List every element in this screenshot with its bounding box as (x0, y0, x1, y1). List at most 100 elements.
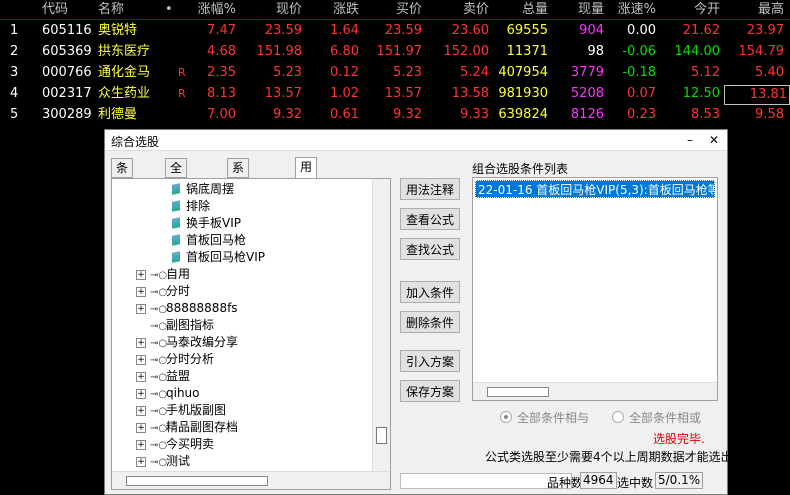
list-item[interactable]: 22-01-16 首板回马枪VIP(5,3):首板回马枪等于1 (475, 180, 715, 198)
row-vol: 11371 (506, 44, 548, 59)
condition-tree[interactable]: 锅底周摆 排除 换手板VIP 首板回马枪 首板回马枪VIP + ⊸○自用 + ⊸○分… (111, 178, 391, 490)
tree-group-label: 精品副图存档 (166, 420, 239, 434)
list-horizontal-scrollbar[interactable] (473, 382, 717, 400)
tree-group[interactable]: + ⊸○qihuo (136, 385, 200, 402)
table-row[interactable]: 5 300289 利德曼 7.00 9.32 0.61 9.32 9.33 63… (0, 105, 790, 125)
header-open[interactable]: 今开 (660, 1, 720, 19)
tree-group[interactable]: + ⊸○分时 (136, 283, 190, 300)
header-divider (0, 19, 790, 20)
formula-icon (172, 251, 180, 263)
tab-user-conditions[interactable]: 用户条件 (295, 157, 318, 228)
expand-icon[interactable]: + (136, 423, 146, 433)
tree-group[interactable]: + ⊸○88888888fs (136, 300, 238, 317)
header-vol[interactable]: 总量 (492, 1, 548, 19)
tree-group-label: 手机版副图 (166, 403, 227, 417)
header-buy[interactable]: 买价 (362, 1, 422, 19)
tree-leaf-selected[interactable]: 首板回马枪VIP (172, 249, 265, 266)
expand-icon[interactable]: + (136, 440, 146, 450)
expand-icon[interactable]: + (136, 270, 146, 280)
tree-leaf[interactable]: 换手板VIP (172, 215, 241, 232)
table-row[interactable]: 1 605116 奥锐特 7.47 23.59 1.64 23.59 23.60… (0, 21, 790, 41)
delete-condition-button[interactable]: 删除条件 (400, 311, 460, 333)
expand-icon[interactable]: + (136, 355, 146, 365)
tree-group[interactable]: + ⊸○自用 (136, 266, 190, 283)
tree-leaf[interactable]: 锅底周摆 (172, 181, 234, 198)
quote-table: 代码 名称 • 涨幅% 现价 涨跌 买价 卖价 总量 现量 涨速% 今开 最高 … (0, 0, 790, 130)
tab-system-conditions[interactable]: 系统条件 (227, 158, 250, 229)
tree-vertical-scrollbar[interactable] (372, 179, 390, 474)
header-speed[interactable]: 涨速% (606, 1, 656, 19)
minimize-button[interactable]: – (681, 131, 699, 149)
tree-group[interactable]: + ⊸○分时分析 (136, 351, 214, 368)
add-condition-button[interactable]: 加入条件 (400, 281, 460, 303)
tree-group-label: 益盟 (166, 369, 191, 383)
row-sell: 9.33 (460, 107, 489, 122)
row-chg: 0.61 (330, 107, 359, 122)
row-pct: 4.68 (207, 44, 236, 59)
tree-group-label: 副图指标 (166, 318, 215, 332)
row-open: 144.00 (674, 44, 721, 59)
tree-leaf[interactable]: 首板回马枪 (172, 232, 246, 249)
key-icon: ⊸○ (150, 321, 168, 332)
header-chg[interactable]: 涨跌 (305, 1, 359, 19)
row-speed: 0.00 (627, 23, 656, 38)
expand-icon[interactable]: + (136, 338, 146, 348)
row-buy: 23.59 (384, 23, 422, 38)
header-now[interactable]: 现量 (550, 1, 604, 19)
import-scheme-button[interactable]: 引入方案 (400, 350, 460, 372)
scroll-thumb[interactable] (487, 387, 549, 397)
condition-list[interactable]: 22-01-16 首板回马枪VIP(5,3):首板回马枪等于1 (472, 177, 718, 401)
header-name[interactable]: 名称 (98, 1, 124, 19)
expand-icon[interactable]: + (136, 372, 146, 382)
tree-group[interactable]: + ⊸○益盟 (136, 368, 190, 385)
tree-group[interactable]: + ⊸○精品副图存档 (136, 419, 238, 436)
row-index: 2 (10, 44, 19, 59)
expand-icon[interactable]: + (136, 389, 146, 399)
row-price: 151.98 (256, 44, 303, 59)
row-speed: -0.06 (622, 44, 656, 59)
quote-header-row: 代码 名称 • 涨幅% 现价 涨跌 买价 卖价 总量 现量 涨速% 今开 最高 (0, 0, 790, 20)
row-index: 3 (10, 65, 19, 80)
scroll-thumb[interactable] (126, 476, 268, 486)
table-row[interactable]: 4 002317 众生药业 R 8.13 13.57 1.02 13.57 13… (0, 84, 790, 105)
view-formula-button[interactable]: 查看公式 (400, 208, 460, 230)
table-row[interactable]: 3 000766 通化金马 R 2.35 5.23 0.12 5.23 5.24… (0, 63, 790, 83)
row-price: 9.32 (273, 107, 302, 122)
header-price[interactable]: 现价 (240, 1, 302, 19)
header-sell[interactable]: 卖价 (425, 1, 489, 19)
tree-group[interactable]: + ⊸○马泰改编分享 (136, 334, 238, 351)
tree-group[interactable]: + ⊸○测试 (136, 453, 190, 470)
tree-group[interactable]: ⊸○副图指标 (136, 317, 214, 334)
row-high: 9.58 (755, 107, 784, 122)
tab-all-conditions[interactable]: 全部条件 (165, 158, 188, 229)
key-icon: ⊸○ (150, 423, 168, 434)
tab-condition-group[interactable]: 条件组 (111, 158, 134, 211)
radio-all-and[interactable]: 全部条件相与 (500, 409, 589, 426)
tree-group-label: 88888888fs (166, 301, 238, 315)
tree-group-label: 自用 (166, 267, 191, 281)
key-icon: ⊸○ (150, 406, 168, 417)
expand-icon[interactable]: + (136, 287, 146, 297)
tree-group[interactable]: + ⊸○手机版副图 (136, 402, 226, 419)
header-high[interactable]: 最高 (724, 1, 784, 19)
expand-icon[interactable]: + (136, 304, 146, 314)
tree-group[interactable]: + ⊸○今买明卖 (136, 436, 214, 453)
close-button[interactable]: ✕ (705, 131, 723, 149)
header-pct[interactable]: 涨幅% (180, 1, 236, 19)
save-scheme-button[interactable]: 保存方案 (400, 380, 460, 402)
table-row[interactable]: 2 605369 拱东医疗 4.68 151.98 6.80 151.97 15… (0, 42, 790, 62)
expand-icon[interactable]: + (136, 457, 146, 467)
tree-horizontal-scrollbar[interactable] (112, 471, 390, 489)
usage-notes-button[interactable]: 用法注释 (400, 178, 460, 200)
dialog-titlebar[interactable]: 综合选股 – ✕ (105, 130, 727, 151)
radio-all-or[interactable]: 全部条件相或 (612, 409, 701, 426)
key-icon: ⊸○ (150, 270, 168, 281)
row-price: 5.23 (273, 65, 302, 80)
find-formula-button[interactable]: 查找公式 (400, 238, 460, 260)
header-code[interactable]: 代码 (42, 1, 68, 19)
row-open: 5.12 (691, 65, 720, 80)
expand-icon[interactable]: + (136, 406, 146, 416)
tree-leaf[interactable]: 排除 (172, 198, 210, 215)
row-high: 13.81 (724, 85, 790, 105)
scroll-thumb[interactable] (376, 427, 387, 444)
